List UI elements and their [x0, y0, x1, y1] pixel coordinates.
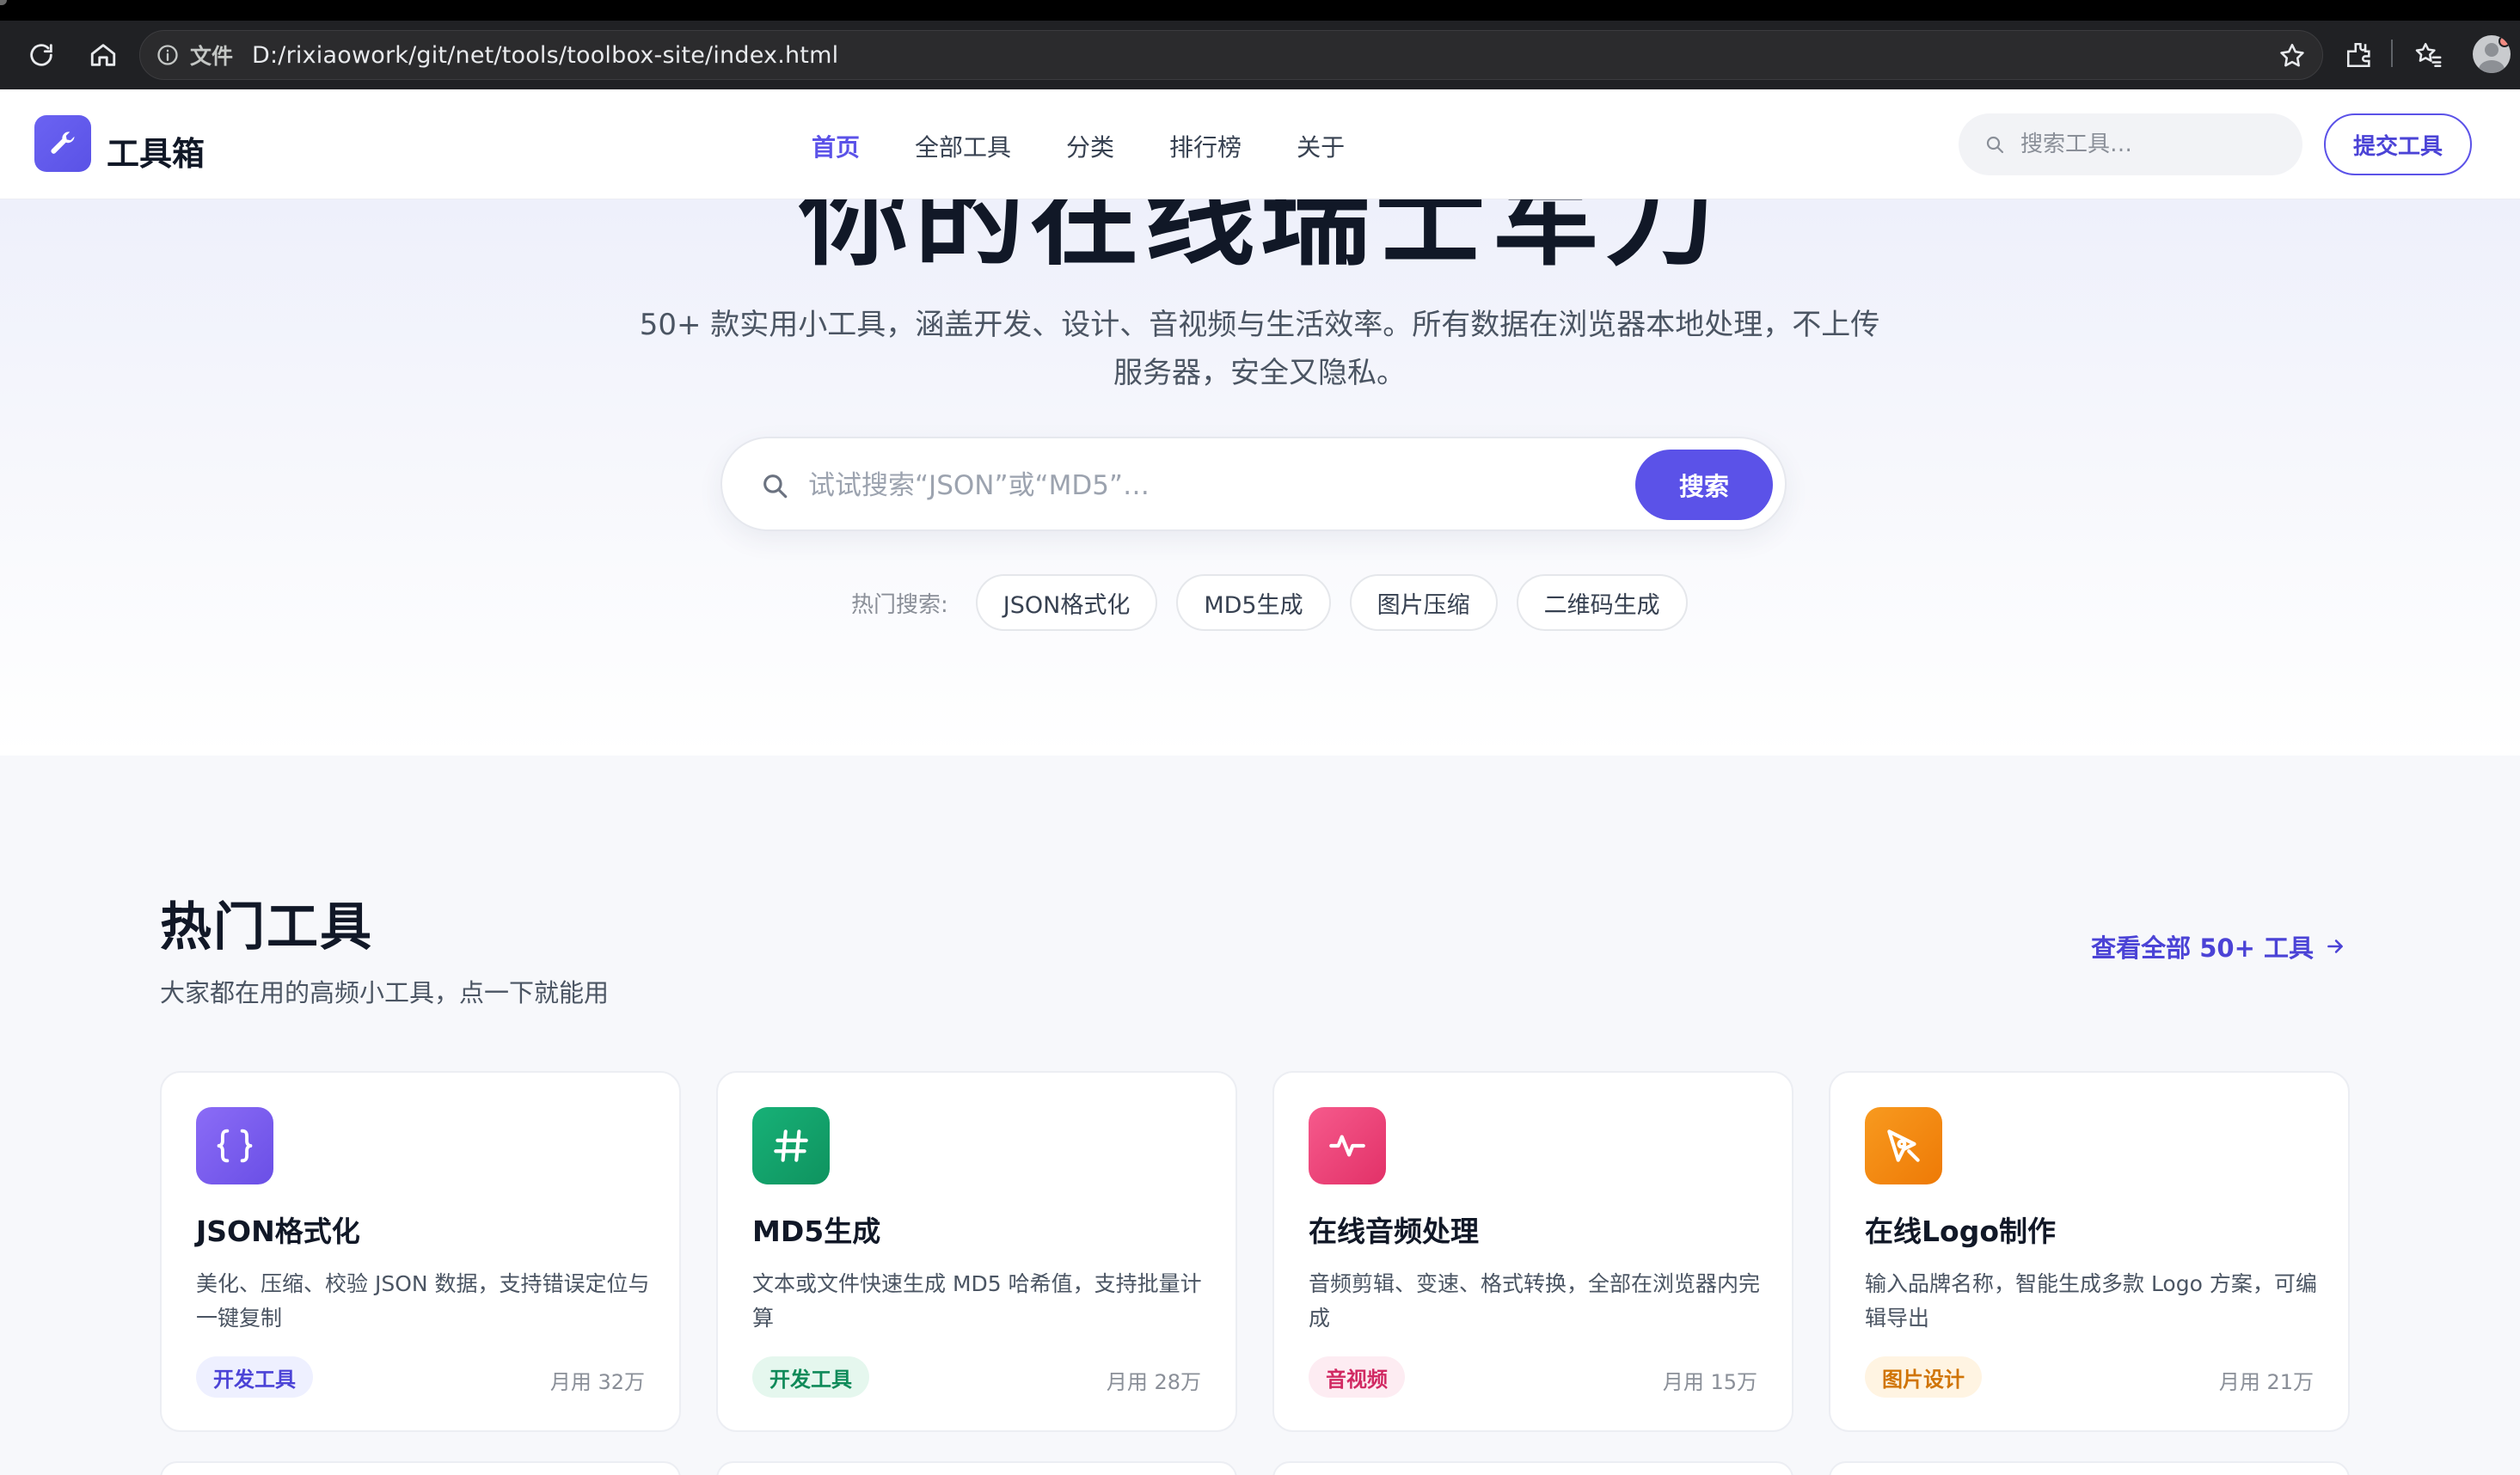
waveform-icon: [1309, 1107, 1386, 1184]
hero-search-button[interactable]: 搜索: [1635, 450, 1773, 520]
hero-subtitle: 50+ 款实用小工具，涵盖开发、设计、音视频与生活效率。所有数据在浏览器本地处理…: [639, 308, 1880, 390]
tool-card-tag: 图片设计: [1865, 1356, 1982, 1398]
tool-card[interactable]: 在线音频处理 音频剪辑、变速、格式转换，全部在浏览器内完成 音视频 月用 15万: [1272, 1071, 1793, 1432]
hero-search-box[interactable]: 搜索: [720, 437, 1787, 531]
tool-card[interactable]: MD5生成 文本或文件快速生成 MD5 哈希值，支持批量计算 开发工具 月用 2…: [716, 1071, 1237, 1432]
submit-tool-button[interactable]: 提交工具: [2324, 113, 2472, 175]
tool-card-partial[interactable]: [716, 1461, 1237, 1475]
profile-notification-dot: [2499, 35, 2511, 47]
address-bar[interactable]: 文件 D:/rixiaowork/git/net/tools/toolbox-s…: [139, 30, 2323, 80]
site-header: 工具箱 首页 全部工具 分类 排行榜 关于 提交工具: [0, 89, 2520, 199]
header-search-box[interactable]: [1959, 113, 2302, 175]
hero-title: 你的在线瑞士军刀: [799, 199, 1721, 281]
site-logo-text[interactable]: 工具箱: [107, 127, 205, 174]
hot-search-chip[interactable]: 二维码生成: [1516, 574, 1688, 631]
favorites-icon[interactable]: [2409, 36, 2447, 74]
nav-about[interactable]: 关于: [1297, 129, 1345, 163]
hot-search-chip[interactable]: JSON格式化: [975, 574, 1158, 631]
reload-icon[interactable]: [22, 36, 60, 74]
nav-all-tools[interactable]: 全部工具: [915, 129, 1011, 163]
browser-toolbar: 文件 D:/rixiaowork/git/net/tools/toolbox-s…: [0, 21, 2520, 89]
tool-card-desc: 文本或文件快速生成 MD5 哈希值，支持批量计算: [752, 1271, 1202, 1331]
nav-ranking[interactable]: 排行榜: [1169, 129, 1242, 163]
view-all-tools-link[interactable]: 查看全部 50+ 工具: [2091, 928, 2346, 964]
tab-edge: [0, 0, 7, 5]
tool-card-uses: 月用 21万: [2218, 1370, 2314, 1394]
tool-card-uses: 月用 15万: [1662, 1370, 1757, 1394]
wrench-icon[interactable]: [34, 115, 91, 172]
extensions-icon[interactable]: [2340, 36, 2378, 74]
url-text[interactable]: D:/rixiaowork/git/net/tools/toolbox-site…: [252, 42, 838, 69]
view-all-label: 查看全部 50+ 工具: [2091, 933, 2314, 963]
info-icon[interactable]: [154, 41, 181, 69]
nav-home[interactable]: 首页: [812, 129, 860, 163]
tool-card-partial[interactable]: [160, 1461, 681, 1475]
hot-search-label: 热门搜索:: [851, 591, 948, 618]
tool-card[interactable]: 在线Logo制作 输入品牌名称，智能生成多款 Logo 方案，可编辑导出 图片设…: [1829, 1071, 2350, 1432]
tool-card[interactable]: JSON格式化 美化、压缩、校验 JSON 数据，支持错误定位与一键复制 开发工…: [160, 1071, 681, 1432]
tool-card-tag: 开发工具: [752, 1356, 869, 1398]
search-icon: [763, 474, 788, 499]
pen-tool-icon: [1865, 1107, 1942, 1184]
home-icon[interactable]: [84, 36, 122, 74]
hot-search-chip[interactable]: 图片压缩: [1349, 574, 1498, 631]
protocol-label: 文件: [190, 44, 234, 69]
tool-card-title: 在线音频处理: [1309, 1215, 1479, 1248]
tool-card-tag: 音视频: [1309, 1356, 1405, 1398]
bookmark-star-icon[interactable]: [2278, 41, 2307, 70]
nav-categories[interactable]: 分类: [1066, 129, 1114, 163]
tool-card-grid: JSON格式化 美化、压缩、校验 JSON 数据，支持错误定位与一键复制 开发工…: [160, 1071, 2351, 1432]
arrow-right-icon: [2327, 939, 2343, 953]
tool-card-uses: 月用 28万: [1106, 1370, 1201, 1394]
tool-card-partial[interactable]: [1272, 1461, 1793, 1475]
hash-icon: [752, 1107, 830, 1184]
tool-card-desc: 美化、压缩、校验 JSON 数据，支持错误定位与一键复制: [196, 1271, 650, 1331]
tool-card-title: 在线Logo制作: [1865, 1215, 2056, 1248]
tool-card-title: MD5生成: [752, 1215, 881, 1248]
section-title: 热门工具: [160, 897, 373, 958]
header-search-input[interactable]: [2020, 132, 2278, 157]
profile-avatar[interactable]: [2473, 35, 2511, 73]
tool-card-partial[interactable]: [1829, 1461, 2350, 1475]
tool-card-desc: 输入品牌名称，智能生成多款 Logo 方案，可编辑导出: [1865, 1271, 2317, 1331]
tool-card-title: JSON格式化: [196, 1215, 360, 1248]
toolbar-separator: [2391, 40, 2393, 67]
main-nav: 首页 全部工具 分类 排行榜 关于: [812, 129, 1400, 163]
hot-search-chip[interactable]: MD5生成: [1176, 574, 1331, 631]
hero-section: 你的在线瑞士军刀 50+ 款实用小工具，涵盖开发、设计、音视频与生活效率。所有数…: [0, 199, 2520, 756]
browser-top-strip: [0, 0, 2520, 21]
hot-search-row: 热门搜索: JSON格式化 MD5生成 图片压缩 二维码生成: [851, 574, 1707, 631]
section-subtitle: 大家都在用的高频小工具，点一下就能用: [160, 978, 610, 1007]
hero-search-input[interactable]: [808, 464, 1582, 507]
tool-card-tag: 开发工具: [196, 1356, 313, 1398]
search-icon: [1986, 136, 2004, 154]
tool-card-uses: 月用 32万: [549, 1370, 645, 1394]
braces-icon: [196, 1107, 273, 1184]
tool-card-desc: 音频剪辑、变速、格式转换，全部在浏览器内完成: [1309, 1271, 1761, 1331]
